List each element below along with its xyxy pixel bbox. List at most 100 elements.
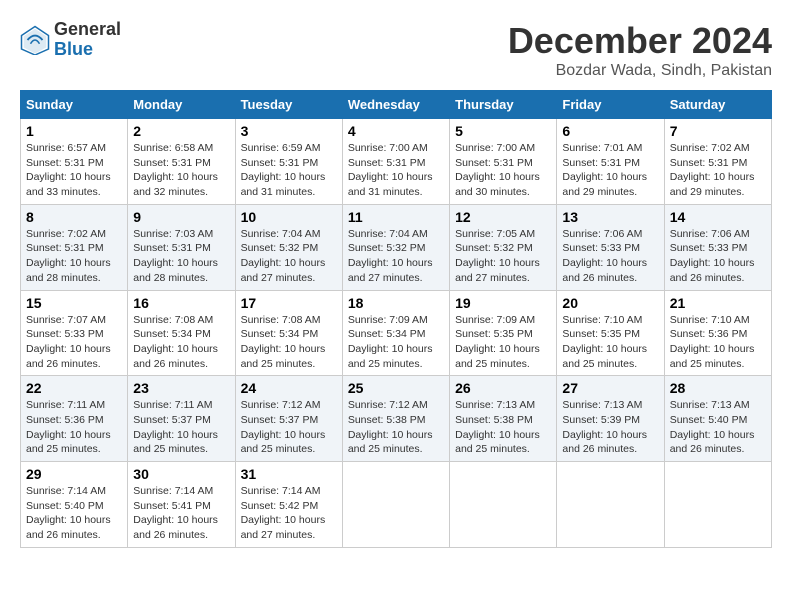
day-number: 17 [241,295,337,311]
calendar-row: 29 Sunrise: 7:14 AM Sunset: 5:40 PM Dayl… [21,462,772,548]
day-info: Sunrise: 6:58 AM Sunset: 5:31 PM Dayligh… [133,141,229,200]
day-number: 28 [670,380,766,396]
day-number: 11 [348,209,444,225]
calendar-cell: 18 Sunrise: 7:09 AM Sunset: 5:34 PM Dayl… [342,290,449,376]
calendar-cell: 24 Sunrise: 7:12 AM Sunset: 5:37 PM Dayl… [235,376,342,462]
calendar-cell: 3 Sunrise: 6:59 AM Sunset: 5:31 PM Dayli… [235,119,342,205]
calendar-cell: 14 Sunrise: 7:06 AM Sunset: 5:33 PM Dayl… [664,204,771,290]
day-number: 23 [133,380,229,396]
day-info: Sunrise: 7:10 AM Sunset: 5:35 PM Dayligh… [562,313,658,372]
day-info: Sunrise: 7:02 AM Sunset: 5:31 PM Dayligh… [670,141,766,200]
day-number: 20 [562,295,658,311]
calendar-cell: 8 Sunrise: 7:02 AM Sunset: 5:31 PM Dayli… [21,204,128,290]
day-number: 1 [26,123,122,139]
logo: General Blue [20,20,121,60]
calendar-cell: 28 Sunrise: 7:13 AM Sunset: 5:40 PM Dayl… [664,376,771,462]
day-info: Sunrise: 7:12 AM Sunset: 5:38 PM Dayligh… [348,398,444,457]
calendar-row: 15 Sunrise: 7:07 AM Sunset: 5:33 PM Dayl… [21,290,772,376]
calendar-row: 22 Sunrise: 7:11 AM Sunset: 5:36 PM Dayl… [21,376,772,462]
day-number: 25 [348,380,444,396]
day-info: Sunrise: 7:08 AM Sunset: 5:34 PM Dayligh… [241,313,337,372]
day-number: 31 [241,466,337,482]
day-info: Sunrise: 7:04 AM Sunset: 5:32 PM Dayligh… [241,227,337,286]
calendar-cell: 30 Sunrise: 7:14 AM Sunset: 5:41 PM Dayl… [128,462,235,548]
day-number: 3 [241,123,337,139]
col-monday: Monday [128,91,235,119]
calendar-cell: 15 Sunrise: 7:07 AM Sunset: 5:33 PM Dayl… [21,290,128,376]
calendar-cell [342,462,449,548]
day-number: 18 [348,295,444,311]
day-number: 22 [26,380,122,396]
calendar-cell: 20 Sunrise: 7:10 AM Sunset: 5:35 PM Dayl… [557,290,664,376]
day-info: Sunrise: 7:14 AM Sunset: 5:40 PM Dayligh… [26,484,122,543]
day-info: Sunrise: 7:13 AM Sunset: 5:40 PM Dayligh… [670,398,766,457]
day-number: 8 [26,209,122,225]
day-number: 19 [455,295,551,311]
day-info: Sunrise: 7:14 AM Sunset: 5:42 PM Dayligh… [241,484,337,543]
day-number: 30 [133,466,229,482]
day-info: Sunrise: 7:06 AM Sunset: 5:33 PM Dayligh… [670,227,766,286]
calendar-table: Sunday Monday Tuesday Wednesday Thursday… [20,90,772,548]
day-info: Sunrise: 6:59 AM Sunset: 5:31 PM Dayligh… [241,141,337,200]
calendar-cell: 11 Sunrise: 7:04 AM Sunset: 5:32 PM Dayl… [342,204,449,290]
day-info: Sunrise: 7:04 AM Sunset: 5:32 PM Dayligh… [348,227,444,286]
calendar-cell: 2 Sunrise: 6:58 AM Sunset: 5:31 PM Dayli… [128,119,235,205]
day-info: Sunrise: 7:13 AM Sunset: 5:39 PM Dayligh… [562,398,658,457]
day-info: Sunrise: 7:10 AM Sunset: 5:36 PM Dayligh… [670,313,766,372]
title-block: December 2024 Bozdar Wada, Sindh, Pakist… [508,20,772,80]
day-number: 16 [133,295,229,311]
calendar-cell: 21 Sunrise: 7:10 AM Sunset: 5:36 PM Dayl… [664,290,771,376]
day-info: Sunrise: 7:00 AM Sunset: 5:31 PM Dayligh… [455,141,551,200]
day-number: 4 [348,123,444,139]
calendar-cell: 1 Sunrise: 6:57 AM Sunset: 5:31 PM Dayli… [21,119,128,205]
logo-icon [20,25,50,55]
day-info: Sunrise: 7:13 AM Sunset: 5:38 PM Dayligh… [455,398,551,457]
calendar-cell: 26 Sunrise: 7:13 AM Sunset: 5:38 PM Dayl… [450,376,557,462]
calendar-cell: 6 Sunrise: 7:01 AM Sunset: 5:31 PM Dayli… [557,119,664,205]
calendar-cell: 27 Sunrise: 7:13 AM Sunset: 5:39 PM Dayl… [557,376,664,462]
logo-general: General [54,20,121,40]
calendar-cell [450,462,557,548]
day-info: Sunrise: 7:11 AM Sunset: 5:36 PM Dayligh… [26,398,122,457]
day-number: 21 [670,295,766,311]
day-number: 29 [26,466,122,482]
calendar-row: 1 Sunrise: 6:57 AM Sunset: 5:31 PM Dayli… [21,119,772,205]
calendar-cell: 31 Sunrise: 7:14 AM Sunset: 5:42 PM Dayl… [235,462,342,548]
day-number: 5 [455,123,551,139]
day-info: Sunrise: 7:03 AM Sunset: 5:31 PM Dayligh… [133,227,229,286]
calendar-cell: 17 Sunrise: 7:08 AM Sunset: 5:34 PM Dayl… [235,290,342,376]
col-tuesday: Tuesday [235,91,342,119]
day-info: Sunrise: 7:09 AM Sunset: 5:34 PM Dayligh… [348,313,444,372]
day-info: Sunrise: 7:01 AM Sunset: 5:31 PM Dayligh… [562,141,658,200]
day-number: 10 [241,209,337,225]
calendar-cell [557,462,664,548]
day-number: 27 [562,380,658,396]
col-saturday: Saturday [664,91,771,119]
day-info: Sunrise: 7:00 AM Sunset: 5:31 PM Dayligh… [348,141,444,200]
calendar-cell: 4 Sunrise: 7:00 AM Sunset: 5:31 PM Dayli… [342,119,449,205]
day-info: Sunrise: 6:57 AM Sunset: 5:31 PM Dayligh… [26,141,122,200]
day-number: 15 [26,295,122,311]
col-sunday: Sunday [21,91,128,119]
calendar-cell: 16 Sunrise: 7:08 AM Sunset: 5:34 PM Dayl… [128,290,235,376]
logo-blue: Blue [54,40,121,60]
day-number: 14 [670,209,766,225]
calendar-cell: 13 Sunrise: 7:06 AM Sunset: 5:33 PM Dayl… [557,204,664,290]
calendar-cell: 7 Sunrise: 7:02 AM Sunset: 5:31 PM Dayli… [664,119,771,205]
day-info: Sunrise: 7:12 AM Sunset: 5:37 PM Dayligh… [241,398,337,457]
day-info: Sunrise: 7:08 AM Sunset: 5:34 PM Dayligh… [133,313,229,372]
calendar-cell: 5 Sunrise: 7:00 AM Sunset: 5:31 PM Dayli… [450,119,557,205]
day-info: Sunrise: 7:11 AM Sunset: 5:37 PM Dayligh… [133,398,229,457]
day-info: Sunrise: 7:07 AM Sunset: 5:33 PM Dayligh… [26,313,122,372]
col-thursday: Thursday [450,91,557,119]
col-wednesday: Wednesday [342,91,449,119]
calendar-row: 8 Sunrise: 7:02 AM Sunset: 5:31 PM Dayli… [21,204,772,290]
day-info: Sunrise: 7:09 AM Sunset: 5:35 PM Dayligh… [455,313,551,372]
calendar-cell: 12 Sunrise: 7:05 AM Sunset: 5:32 PM Dayl… [450,204,557,290]
day-number: 26 [455,380,551,396]
location: Bozdar Wada, Sindh, Pakistan [508,62,772,80]
calendar-cell: 19 Sunrise: 7:09 AM Sunset: 5:35 PM Dayl… [450,290,557,376]
day-info: Sunrise: 7:06 AM Sunset: 5:33 PM Dayligh… [562,227,658,286]
day-info: Sunrise: 7:14 AM Sunset: 5:41 PM Dayligh… [133,484,229,543]
page-header: General Blue December 2024 Bozdar Wada, … [20,20,772,80]
